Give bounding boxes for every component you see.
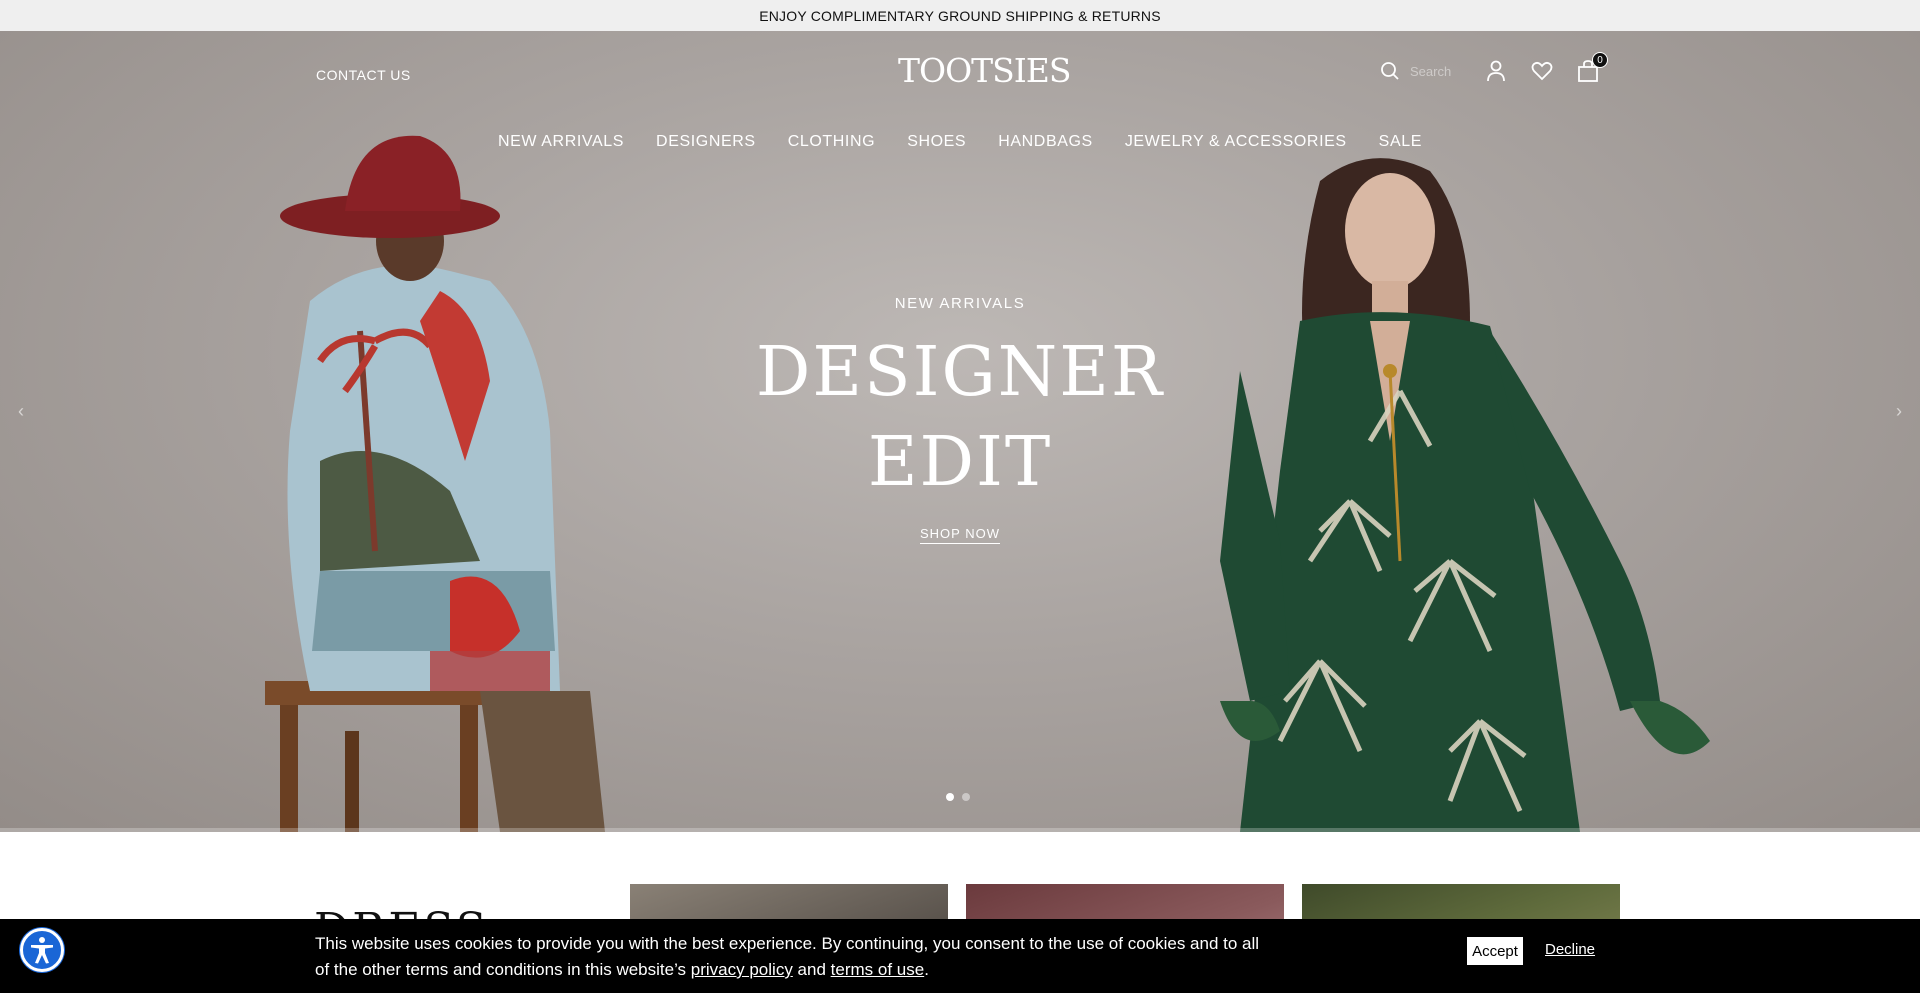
hero-eyebrow: NEW ARRIVALS [894, 295, 1026, 312]
nav-item-clothing[interactable]: CLOTHING [788, 133, 875, 151]
nav-item-handbags[interactable]: HANDBAGS [998, 133, 1093, 151]
shop-now-link[interactable]: SHOP NOW [920, 526, 1000, 544]
cookie-text-and: and [792, 960, 831, 979]
promo-bar: ENJOY COMPLIMENTARY GROUND SHIPPING & RE… [0, 0, 1920, 31]
carousel-dot-1[interactable] [946, 793, 954, 801]
user-icon[interactable] [1484, 59, 1508, 83]
hero-headline: DESIGNER EDIT [660, 328, 1260, 508]
promo-text: ENJOY COMPLIMENTARY GROUND SHIPPING & RE… [759, 7, 1161, 24]
site-header: CONTACT US TOOTSIES 0 NEW ARRIVALS DES [0, 31, 1920, 201]
carousel-next-arrow[interactable]: › [1896, 401, 1902, 422]
hero-banner: CONTACT US TOOTSIES 0 NEW ARRIVALS DES [0, 31, 1920, 832]
main-navigation: NEW ARRIVALS DESIGNERS CLOTHING SHOES HA… [0, 133, 1920, 151]
cookie-text-end: . [924, 960, 929, 979]
privacy-policy-link[interactable]: privacy policy [691, 960, 793, 979]
accept-cookies-button[interactable]: Accept [1467, 937, 1523, 965]
nav-item-shoes[interactable]: SHOES [907, 133, 966, 151]
site-logo[interactable]: TOOTSIES [898, 51, 1071, 91]
bag-icon[interactable]: 0 [1576, 52, 1608, 83]
nav-item-designers[interactable]: DESIGNERS [656, 133, 756, 151]
header-actions: 0 [1378, 52, 1608, 83]
hero-image-left [265, 135, 605, 832]
cookie-banner: This website uses cookies to provide you… [0, 919, 1920, 993]
hero-copy: NEW ARRIVALS DESIGNER EDIT SHOP NOW [660, 295, 1260, 544]
hero-headline-line1: DESIGNER [755, 333, 1165, 412]
carousel-dots [946, 793, 970, 801]
hero-headline-line2: EDIT [867, 423, 1053, 502]
accessibility-button[interactable] [20, 928, 64, 972]
search-icon[interactable] [1378, 59, 1402, 83]
contact-us-link[interactable]: CONTACT US [316, 67, 411, 83]
terms-of-use-link[interactable]: terms of use [831, 960, 925, 979]
search-input[interactable] [1410, 63, 1462, 79]
nav-item-sale[interactable]: SALE [1379, 133, 1422, 151]
accessibility-icon [31, 937, 53, 964]
decline-cookies-link[interactable]: Decline [1545, 941, 1595, 958]
carousel-prev-arrow[interactable]: ‹ [18, 401, 24, 422]
cart-count-badge: 0 [1592, 52, 1608, 68]
carousel-dot-2[interactable] [962, 793, 970, 801]
nav-item-new-arrivals[interactable]: NEW ARRIVALS [498, 133, 624, 151]
nav-item-jewelry-accessories[interactable]: JEWELRY & ACCESSORIES [1125, 133, 1347, 151]
cookie-message: This website uses cookies to provide you… [315, 931, 1275, 983]
heart-icon[interactable] [1530, 59, 1554, 83]
search-box [1378, 59, 1462, 83]
hero-image-right [1220, 158, 1710, 832]
